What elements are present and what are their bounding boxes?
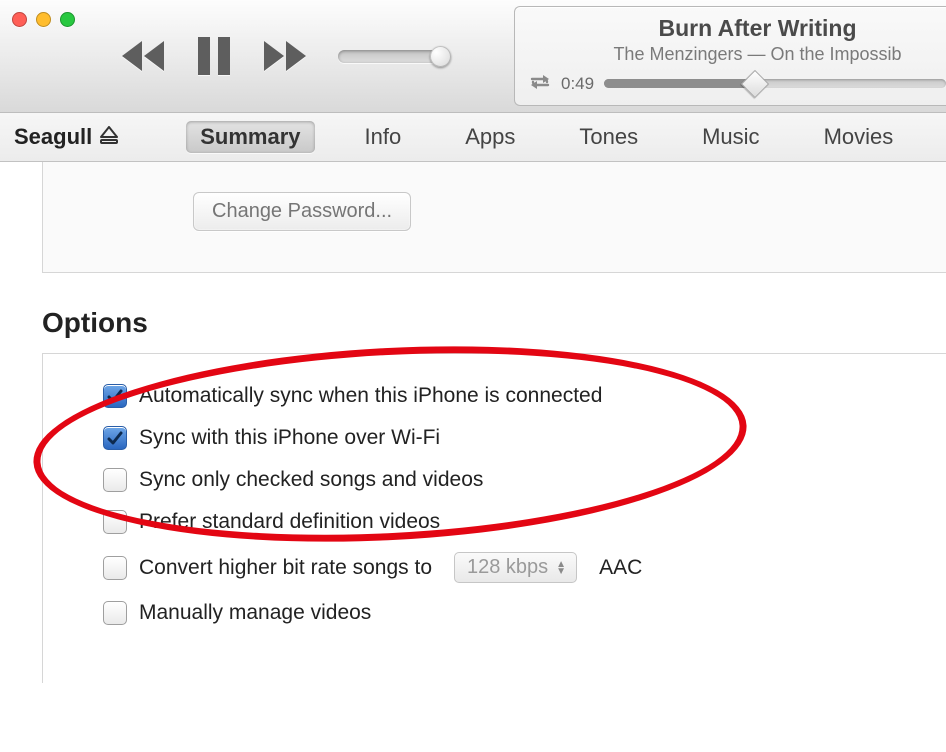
label-manual-videos: Manually manage videos [139,601,371,625]
volume-slider-knob[interactable] [430,46,451,67]
encryption-panel: Change Password... [42,162,946,273]
repeat-icon[interactable] [529,73,551,94]
eject-icon[interactable] [100,124,118,150]
checkbox-manual-videos[interactable] [103,601,127,625]
tab-movies[interactable]: Movies [810,121,908,153]
device-selector[interactable]: Seagull [14,124,118,150]
tab-summary[interactable]: Summary [186,121,314,153]
elapsed-time: 0:49 [561,74,594,94]
bitrate-value: 128 kbps [467,556,548,579]
window-minimize-button[interactable] [36,12,51,27]
tab-tones[interactable]: Tones [565,121,652,153]
volume-slider[interactable] [338,50,448,63]
label-wifi-sync: Sync with this iPhone over Wi-Fi [139,426,440,450]
scrub-fill [604,79,754,88]
now-playing-title: Burn After Writing [569,15,946,42]
checkbox-only-checked[interactable] [103,468,127,492]
tab-info[interactable]: Info [351,121,416,153]
previous-track-button[interactable] [120,41,166,71]
checkbox-prefer-sd[interactable] [103,510,127,534]
now-playing-display: Burn After Writing The Menzingers — On t… [514,6,946,106]
tab-apps[interactable]: Apps [451,121,529,153]
options-panel: Automatically sync when this iPhone is c… [42,353,946,683]
scrub-handle[interactable] [740,70,768,98]
checkbox-wifi-sync[interactable] [103,426,127,450]
checkbox-auto-sync[interactable] [103,384,127,408]
change-password-button[interactable]: Change Password... [193,192,411,231]
window-close-button[interactable] [12,12,27,27]
stepper-icon: ▲▼ [556,561,566,575]
bitrate-dropdown[interactable]: 128 kbps ▲▼ [454,552,577,583]
options-heading: Options [42,307,924,339]
next-track-button[interactable] [262,41,308,71]
label-only-checked: Sync only checked songs and videos [139,468,483,492]
scrub-bar[interactable] [604,79,946,88]
device-name: Seagull [14,124,92,150]
label-auto-sync: Automatically sync when this iPhone is c… [139,384,602,408]
play-pause-button[interactable] [196,37,232,75]
window-zoom-button[interactable] [60,12,75,27]
label-convert-unit: AAC [599,556,642,580]
label-prefer-sd: Prefer standard definition videos [139,510,440,534]
now-playing-subtitle: The Menzingers — On the Impossib [569,44,946,65]
tab-music[interactable]: Music [688,121,773,153]
label-convert-bitrate: Convert higher bit rate songs to [139,556,432,580]
checkbox-convert-bitrate[interactable] [103,556,127,580]
